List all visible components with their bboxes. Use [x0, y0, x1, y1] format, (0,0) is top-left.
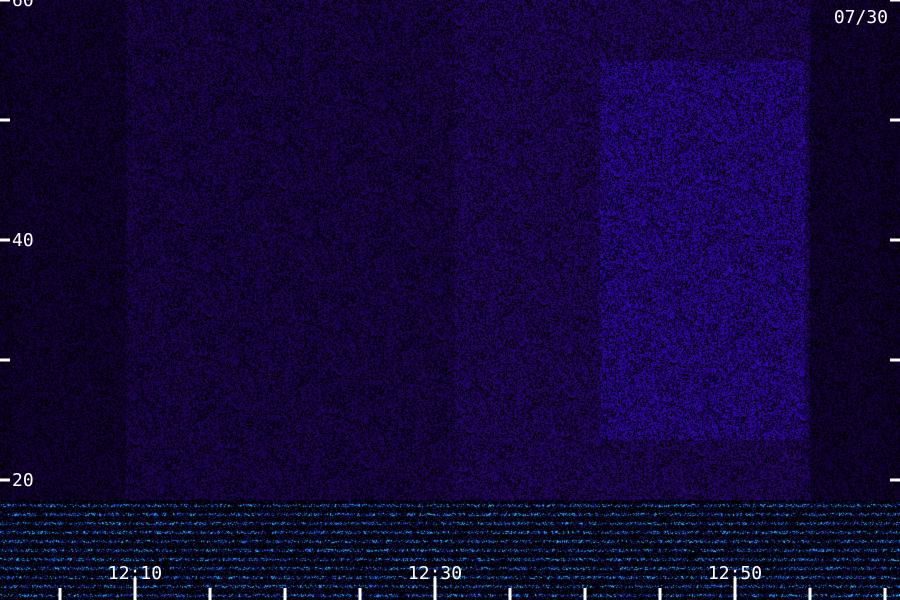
y-axis-ticks: 60 40 20 [0, 0, 900, 491]
chart-overlay: 60 40 20 12:10 12:30 12:50 07/30 [0, 0, 900, 600]
date-label: 07/30 [834, 7, 888, 28]
y-tick-label: 40 [12, 230, 34, 251]
x-tick-label: 12:50 [708, 563, 762, 584]
y-tick-label: 60 [12, 0, 34, 11]
x-tick-label: 12:30 [408, 563, 462, 584]
x-tick-label: 12:10 [108, 563, 162, 584]
y-tick-label: 20 [12, 470, 34, 491]
x-axis-ticks: 12:10 12:30 12:50 [58, 563, 887, 600]
